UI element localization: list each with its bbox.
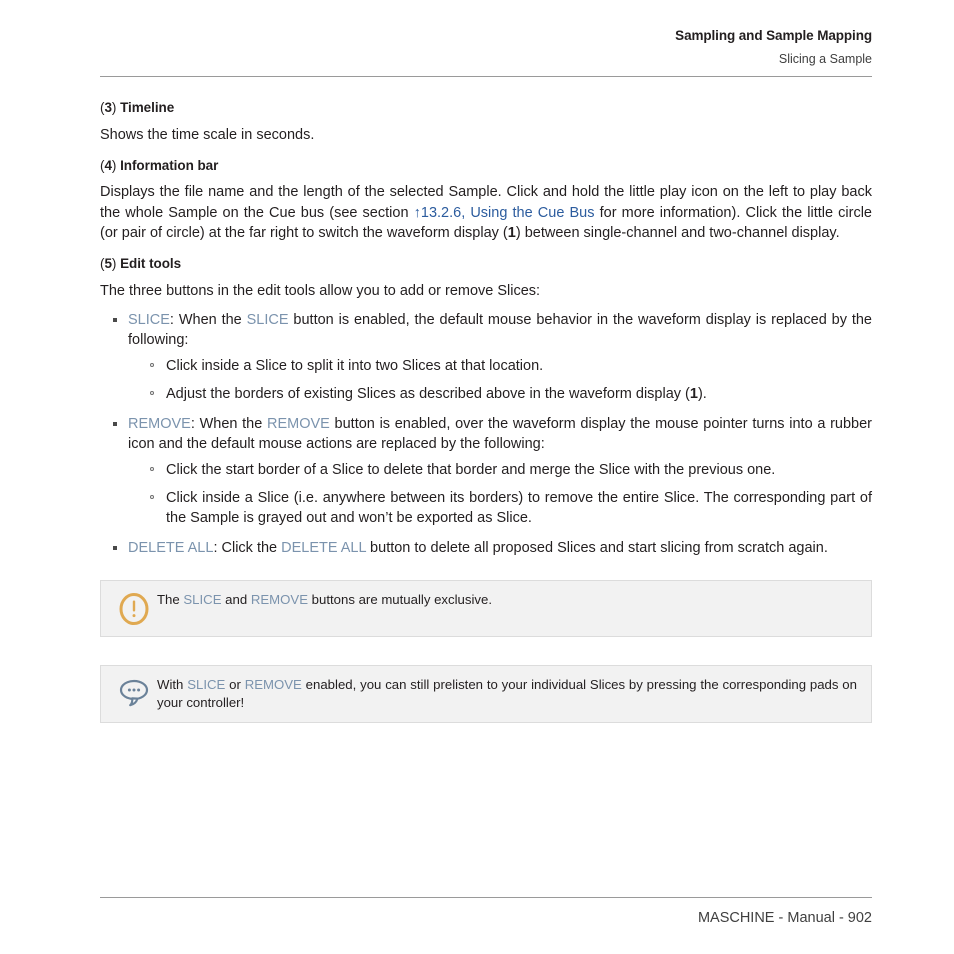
header-subtitle: Slicing a Sample [778, 51, 872, 66]
remove-sub-list: Click the start border of a Slice to del… [138, 460, 872, 529]
list-item: Adjust the borders of existing Slices as… [138, 384, 872, 404]
list-item: Click the start border of a Slice to del… [138, 460, 872, 480]
page-header: Sampling and Sample Mapping Slicing a Sa… [100, 0, 872, 67]
bullet-circle-icon [150, 467, 154, 471]
sub-list-wrapper: Click inside a Slice to split it into tw… [128, 356, 872, 404]
header-title: Sampling and Sample Mapping [675, 28, 872, 43]
tip-callout: With SLICE or REMOVE enabled, you can st… [100, 664, 872, 723]
section-title: Information bar [120, 157, 219, 173]
text-segment: Click inside a Slice to split it into tw… [166, 358, 544, 375]
section-heading-timeline: (3) Timeline [100, 99, 872, 117]
information-bar-description: Displays the file name and the length of… [100, 182, 872, 243]
paren-close: ) [111, 100, 117, 116]
warning-callout: The SLICE and REMOVE buttons are mutuall… [100, 579, 872, 637]
paren-close: ) [111, 256, 117, 272]
exclamation-circle-icon [111, 591, 157, 626]
text-segment: or [225, 676, 245, 692]
warning-callout-text: The SLICE and REMOVE buttons are mutuall… [157, 591, 859, 609]
sub-list-wrapper: Click the start border of a Slice to del… [128, 460, 872, 529]
text-segment: The [157, 591, 184, 607]
text-segment: : When the [169, 311, 247, 328]
document-page: Sampling and Sample Mapping Slicing a Sa… [100, 0, 872, 954]
speech-bubble-icon [111, 676, 157, 707]
section-title: Timeline [120, 100, 175, 116]
edit-tools-list: SLICE: When the SLICE button is enabled,… [100, 310, 872, 558]
callout-reference-number: 1 [689, 386, 698, 403]
edit-tools-description: The three buttons in the edit tools allo… [100, 282, 541, 299]
text-segment: : Click the [213, 539, 282, 556]
header-divider [100, 76, 872, 78]
text-segment: buttons are mutually exclusive. [308, 591, 492, 607]
footer-divider [100, 897, 872, 898]
bullet-square-icon [113, 421, 117, 426]
paren-close: ) [111, 157, 117, 173]
text-segment: Adjust the borders of existing Slices as… [166, 386, 690, 403]
bullet-circle-icon [150, 363, 154, 368]
text-segment: With [157, 676, 188, 692]
bullet-square-icon [113, 545, 117, 550]
section-number: 5 [104, 256, 112, 272]
list-item-slice: SLICE: When the SLICE button is enabled,… [100, 310, 872, 405]
keyword-delete-all: DELETE ALL [281, 539, 367, 556]
keyword-remove: REMOVE [267, 415, 330, 432]
section-heading-edit-tools: (5) Edit tools [100, 255, 872, 273]
text-segment: and [221, 591, 251, 607]
timeline-description: Shows the time scale in seconds. [100, 126, 315, 143]
keyword-slice: SLICE [246, 311, 289, 328]
tip-callout-text: With SLICE or REMOVE enabled, you can st… [157, 676, 859, 712]
section-heading-information-bar: (4) Information bar [100, 157, 872, 175]
bullet-circle-icon [150, 495, 154, 500]
section-number: 4 [104, 157, 112, 173]
bullet-circle-icon [150, 391, 154, 396]
list-item-remove: REMOVE: When the REMOVE button is enable… [100, 414, 872, 529]
text-segment: button to delete all proposed Slices and… [366, 539, 828, 556]
keyword-delete-all: DELETE ALL [128, 539, 214, 556]
cross-reference-link[interactable]: ↑13.2.6, Using the Cue Bus [414, 205, 595, 221]
text-segment: Click the start border of a Slice to del… [166, 462, 776, 478]
keyword-slice: SLICE [183, 591, 222, 607]
page-footer: MASCHINE - Manual - 902 [697, 910, 872, 926]
slice-sub-list: Click inside a Slice to split it into tw… [138, 356, 872, 404]
keyword-slice: SLICE [128, 311, 170, 328]
keyword-remove: REMOVE [250, 591, 309, 607]
text-segment: : When the [190, 415, 268, 432]
list-item: Click inside a Slice (i.e. anywhere betw… [138, 488, 872, 528]
text-segment: ). [697, 386, 707, 403]
list-item-delete-all: DELETE ALL: Click the DELETE ALL button … [100, 538, 872, 558]
bullet-square-icon [113, 317, 117, 322]
section-title: Edit tools [120, 256, 182, 272]
text-segment: ) between single-channel and two-channel… [515, 224, 840, 241]
callout-reference-number: 1 [507, 224, 516, 241]
section-number: 3 [104, 100, 112, 116]
list-item: Click inside a Slice to split it into tw… [138, 356, 872, 376]
text-segment: Click inside a Slice (i.e. anywhere betw… [166, 490, 872, 527]
keyword-slice: SLICE [187, 676, 226, 692]
keyword-remove: REMOVE [244, 676, 302, 692]
keyword-remove: REMOVE [128, 415, 191, 432]
page-content: (3) Timeline Shows the time scale in sec… [100, 99, 872, 723]
